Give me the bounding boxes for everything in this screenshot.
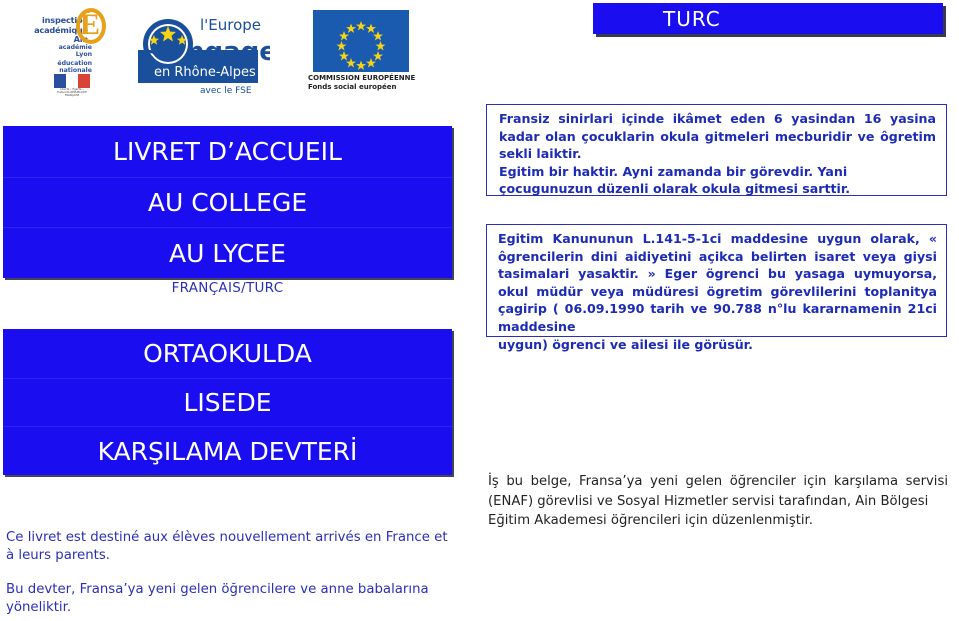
- marianne-republique-francaise-icon: Liberté • Égalité • Fraternité RÉPUBLIQU…: [54, 74, 90, 97]
- leurope-sengage-rhone-alpes-logo: l'Europe s' ngage en Rhône-Alpes avec le…: [130, 8, 277, 98]
- svg-text:ngage: ngage: [186, 37, 270, 67]
- french-title-block: LIVRET D’ACCUEIL AU COLLEGE AU LYCEE: [3, 126, 452, 278]
- title-au-college: AU COLLEGE: [3, 177, 452, 227]
- marianne-blue-band: [54, 74, 66, 88]
- note-turkish-last: yöneliktir.: [6, 600, 72, 615]
- academie-label-line2: Lyon: [75, 51, 92, 59]
- note-turkish: Bu devter, Fransa’ya yeni gelen öğrencil…: [6, 581, 458, 617]
- academie-lyon-label: académie Lyon: [24, 44, 92, 59]
- marianne-red-band: [78, 74, 90, 88]
- education-nationale-label: éducation nationale: [24, 60, 92, 75]
- right-content-column: Fransiz sinirlari içinde ikâmet eden 6 y…: [470, 0, 959, 621]
- enaf-note-last: Eğitim Akademesi öğrencileri için düzenl…: [488, 513, 813, 528]
- title-karsilama-devteri: KARŞILAMA DEVTERİ: [3, 426, 452, 475]
- schooling-obligation-box: Fransiz sinirlari içinde ikâmet eden 6 y…: [486, 104, 947, 196]
- eu-stars-svg: [336, 21, 386, 70]
- marianne-white-band: [66, 74, 78, 88]
- academie-label-line1: académie: [58, 44, 92, 51]
- title-lisede: LISEDE: [3, 378, 452, 426]
- laicite-main-text: Egitim Kanununun L.141-5-1ci maddesine u…: [498, 231, 937, 334]
- turkish-title-block: ORTAOKULDA LISEDE KARŞILAMA DEVTERİ: [3, 329, 452, 475]
- marianne-caption: Liberté • Égalité • Fraternité RÉPUBLIQU…: [57, 88, 87, 97]
- title-au-lycee: AU LYCEE: [3, 227, 452, 278]
- education-nationale-line1: éducation: [57, 60, 92, 67]
- note-french: Ce livret est destiné aux élèves nouvell…: [6, 530, 448, 563]
- commission-europeenne-caption-line2: Fonds social européen: [308, 82, 397, 91]
- svg-text:l'Europe: l'Europe: [200, 16, 261, 34]
- svg-text:en Rhône-Alpes: en Rhône-Alpes: [154, 65, 256, 80]
- commission-europeenne-logo: COMMISSION EUROPÉENNE Fonds social europ…: [303, 10, 421, 94]
- laicite-last-line: uygun) ögrenci ve ailesi ile görüsür.: [498, 336, 753, 352]
- obligation-paragraph-1: Fransiz sinirlari içinde ikâmet eden 6 y…: [499, 111, 936, 162]
- title-livret-daccueil: LIVRET D’ACCUEIL: [113, 137, 342, 166]
- laicite-law-box: Egitim Kanununun L.141-5-1ci maddesine u…: [486, 224, 947, 352]
- academie-e-letter: É: [80, 8, 101, 41]
- commission-europeenne-caption-line1: COMMISSION EUROPÉENNE: [308, 74, 416, 82]
- enaf-credit-note: İş bu belge, Fransa’ya yeni gelen öğrenc…: [488, 472, 948, 531]
- note-turkish-main: Bu devter, Fransa’ya yeni gelen öğrencil…: [6, 582, 429, 597]
- left-title-column: LIVRET D’ACCUEIL AU COLLEGE AU LYCEE FRA…: [0, 104, 470, 621]
- inspection-academique-ain-logo: inspection académique Ain É académie Lyo…: [4, 6, 114, 98]
- title-ortaokulda: ORTAOKULDA: [143, 339, 312, 368]
- enaf-note-main: İş bu belge, Fransa’ya yeni gelen öğrenc…: [488, 474, 948, 509]
- european-union-flag-icon: [313, 10, 409, 72]
- obligation-paragraph-2: Egitim bir haktir. Ayni zamanda bir göre…: [499, 163, 851, 197]
- commission-europeenne-caption: COMMISSION EUROPÉENNE Fonds social europ…: [308, 74, 420, 91]
- svg-text:avec le FSE: avec le FSE: [200, 86, 252, 96]
- europe-sengage-svg: l'Europe s' ngage en Rhône-Alpes avec le…: [138, 16, 277, 96]
- languages-label: FRANÇAIS/TURC: [171, 280, 284, 296]
